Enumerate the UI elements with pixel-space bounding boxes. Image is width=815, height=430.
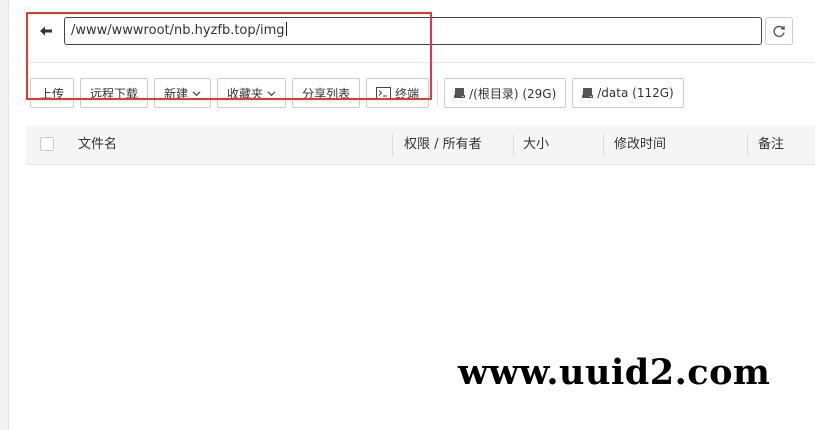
refresh-button[interactable]: [765, 17, 793, 45]
disk-icon: [582, 88, 594, 98]
disk-root-button[interactable]: /(根目录) (29G): [444, 78, 567, 108]
toolbar-separator: [437, 80, 439, 106]
watermark-text: www.uuid2.com: [458, 352, 771, 393]
column-separator: [603, 134, 604, 156]
file-table-header: 文件名 权限 / 所有者 大小 修改时间 备注: [26, 126, 815, 165]
column-permissions[interactable]: 权限 / 所有者: [404, 126, 482, 164]
column-modified[interactable]: 修改时间: [614, 126, 666, 164]
left-panel-edge: [0, 0, 9, 430]
refresh-icon: [773, 25, 785, 38]
column-size[interactable]: 大小: [523, 126, 549, 164]
disk-root-label: /(根目录) (29G): [469, 86, 557, 101]
disk-data-label: /data (112G): [597, 86, 674, 100]
column-separator: [513, 134, 514, 156]
select-all-checkbox[interactable]: [40, 137, 54, 151]
column-filename[interactable]: 文件名: [78, 126, 117, 164]
column-separator: [747, 134, 748, 156]
highlight-box: [26, 12, 432, 100]
disk-icon: [454, 88, 466, 98]
column-separator: [392, 134, 393, 156]
disk-data-button[interactable]: /data (112G): [572, 78, 684, 108]
column-remarks[interactable]: 备注: [758, 126, 784, 164]
